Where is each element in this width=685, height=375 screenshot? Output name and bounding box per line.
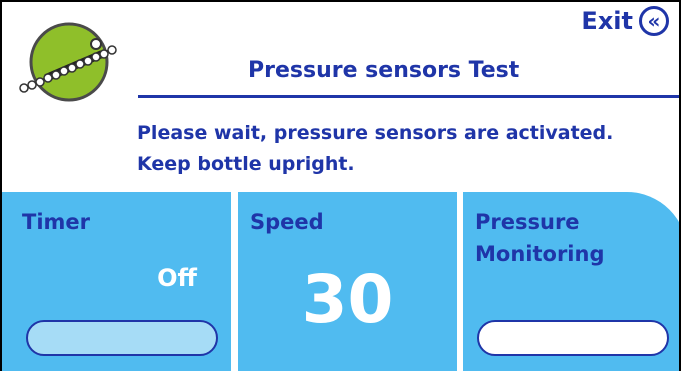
exit-button[interactable]: Exit « xyxy=(581,6,669,36)
bottle-sensor-logo-icon xyxy=(19,22,117,102)
speed-panel: Speed 30 xyxy=(238,192,457,371)
pressure-monitoring-panel: Pressure Monitoring xyxy=(463,192,679,371)
timer-button[interactable] xyxy=(26,320,218,356)
double-chevron-left-icon: « xyxy=(639,6,669,36)
pressure-label-line-1: Pressure xyxy=(475,210,580,234)
pressure-monitoring-label: Pressure Monitoring xyxy=(475,206,604,270)
timer-label: Timer xyxy=(22,210,91,234)
status-message: Please wait, pressure sensors are activa… xyxy=(137,118,613,180)
pressure-label-line-2: Monitoring xyxy=(475,242,605,266)
timer-panel: Timer Off xyxy=(2,192,231,371)
title-divider xyxy=(138,95,679,98)
page-title: Pressure sensors Test xyxy=(248,58,520,83)
pressure-monitoring-button[interactable] xyxy=(477,320,669,356)
status-message-line-1: Please wait, pressure sensors are activa… xyxy=(137,122,614,144)
screen: Exit « Pressure sensors Test Please wait… xyxy=(0,0,681,371)
status-message-line-2: Keep bottle upright. xyxy=(137,153,355,175)
exit-label: Exit xyxy=(581,7,633,35)
speed-label: Speed xyxy=(250,210,324,234)
timer-value: Off xyxy=(157,264,197,292)
speed-value: 30 xyxy=(301,261,394,338)
